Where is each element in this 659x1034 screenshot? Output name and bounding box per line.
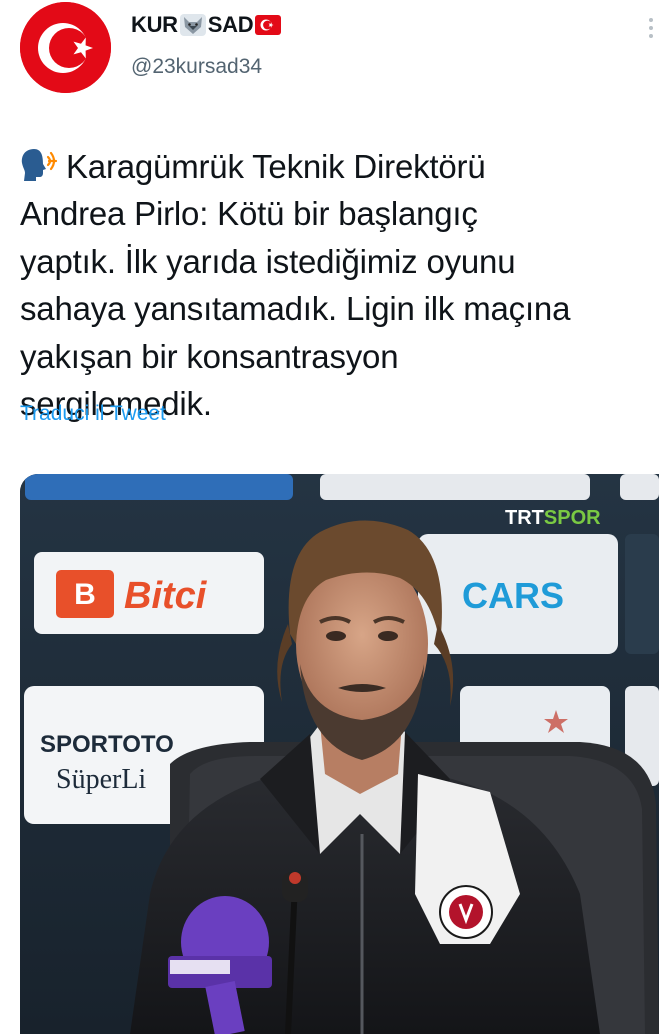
press-conference-photo: B Bitci CARS TRTSPOR SPORTOTO SüperLi bbox=[20, 474, 659, 1034]
more-options-icon[interactable] bbox=[647, 18, 655, 42]
svg-text:B: B bbox=[74, 578, 96, 611]
sponsor-banner-top-middle bbox=[320, 474, 590, 500]
display-name[interactable]: KUR SAD bbox=[131, 12, 282, 38]
account-handle[interactable]: @23kursad34 bbox=[131, 55, 262, 79]
turkish-flag-icon bbox=[20, 2, 111, 93]
trt-logo: TRTSPOR bbox=[505, 507, 601, 529]
display-name-part2: SAD bbox=[207, 12, 254, 37]
spor-text: SPOR bbox=[544, 507, 601, 529]
tweet-media-image[interactable]: B Bitci CARS TRTSPOR SPORTOTO SüperLi bbox=[20, 474, 659, 1034]
superlig-text: SüperLi bbox=[56, 764, 146, 795]
sportoto-text: SPORTOTO bbox=[40, 731, 174, 758]
speaking-head-icon bbox=[21, 148, 58, 181]
tweet-text: Karagümrük Teknik Direktörü Andrea Pirlo… bbox=[20, 95, 659, 428]
avatar[interactable] bbox=[20, 2, 111, 93]
wolf-icon bbox=[179, 14, 206, 36]
sponsor-banner-top-left bbox=[25, 474, 293, 500]
bitci-sponsor-text: Bitci bbox=[124, 575, 208, 617]
turkish-flag-icon bbox=[255, 15, 282, 35]
cars-sponsor-text: CARS bbox=[462, 575, 564, 616]
translate-tweet-link[interactable]: Traduci il Tweet bbox=[20, 402, 166, 426]
tweet-body: Karagümrük Teknik Direktörü Andrea Pirlo… bbox=[20, 147, 571, 423]
trt-text: TRT bbox=[505, 507, 544, 529]
display-name-part1: KUR bbox=[131, 12, 178, 37]
